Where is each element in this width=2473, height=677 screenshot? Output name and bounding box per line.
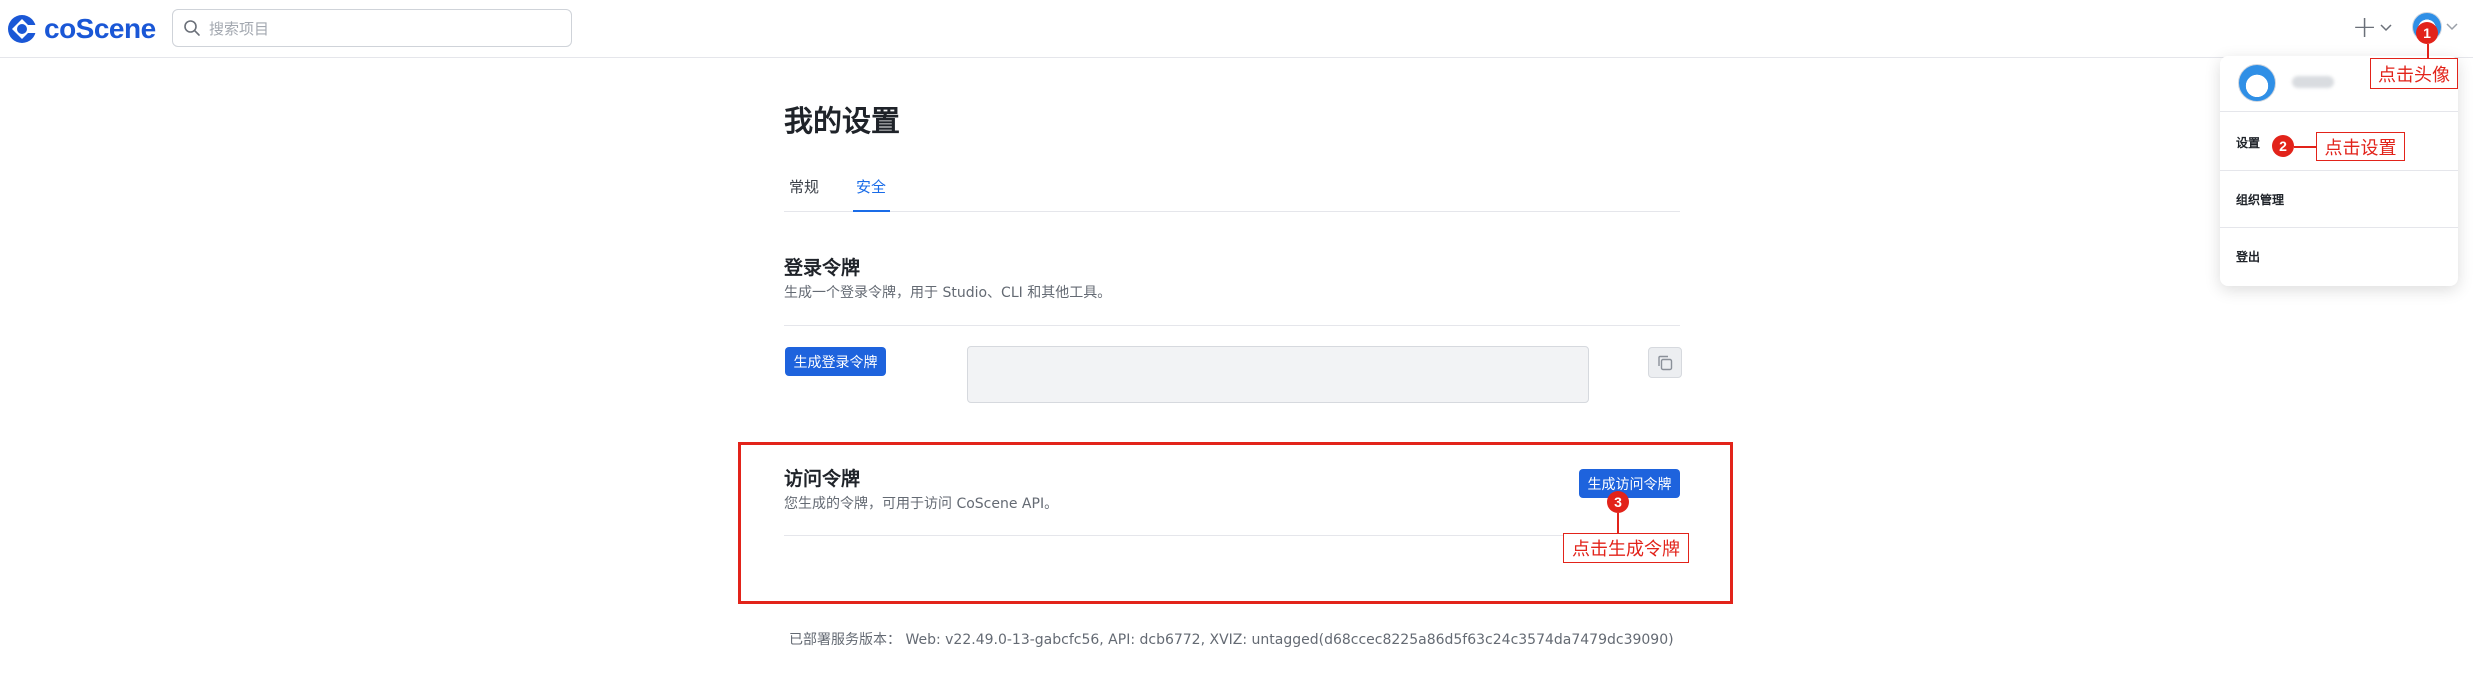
search-placeholder: 搜索项目 [209,19,270,38]
menu-item-logout[interactable]: 登出 [2220,228,2458,285]
annotation-callout-2: 点击设置 [2316,132,2405,161]
app-logo[interactable]: coScene [6,12,156,46]
login-token-title: 登录令牌 [784,257,861,279]
annotation-leader [1617,513,1619,533]
access-token-desc: 您生成的令牌，可用于访问 CoScene API。 [784,496,1059,512]
avatar [2238,64,2276,102]
annotation-badge-1: 1 [2416,22,2438,44]
coscene-logo-icon [8,15,38,43]
menu-item-org-management[interactable]: 组织管理 [2220,171,2458,228]
search-input[interactable]: 搜索项目 [172,9,572,47]
copy-icon [1658,355,1673,370]
highlight-frame [738,442,1733,604]
deployed-version-text: 已部署服务版本： Web: v22.49.0-13-gabcfc56, API:… [789,632,1674,648]
tab-security[interactable]: 安全 [852,176,891,212]
access-token-title: 访问令牌 [784,468,861,490]
divider [784,325,1680,326]
divider [784,535,1680,536]
generate-login-token-button[interactable]: 生成登录令牌 [785,347,886,376]
settings-tabs: 常规 安全 [784,170,1680,212]
generate-access-token-button[interactable]: 生成访问令牌 [1579,469,1680,498]
top-bar: coScene 搜索项目 + [0,0,2473,58]
app-name: coScene [44,13,156,44]
annotation-callout-3: 点击生成令牌 [1563,533,1689,563]
annotation-leader [2294,146,2316,148]
login-token-field[interactable] [967,346,1589,403]
user-menu: 设置 组织管理 登出 [2220,56,2458,286]
chevron-down-icon [2380,24,2392,32]
annotation-badge-2: 2 [2272,135,2294,157]
copy-token-button[interactable] [1648,347,1682,378]
search-icon [184,20,200,36]
tab-general[interactable]: 常规 [789,176,819,212]
create-menu-button[interactable]: + [2352,10,2392,45]
plus-icon: + [2352,10,2378,45]
chevron-down-icon [2446,23,2458,31]
user-name-blurred [2292,76,2334,88]
page-title: 我的设置 [784,104,901,138]
annotation-badge-3: 3 [1607,491,1629,513]
annotation-leader [2427,44,2429,58]
login-token-desc: 生成一个登录令牌，用于 Studio、CLI 和其他工具。 [784,285,1112,301]
annotation-callout-1: 点击头像 [2370,58,2458,89]
